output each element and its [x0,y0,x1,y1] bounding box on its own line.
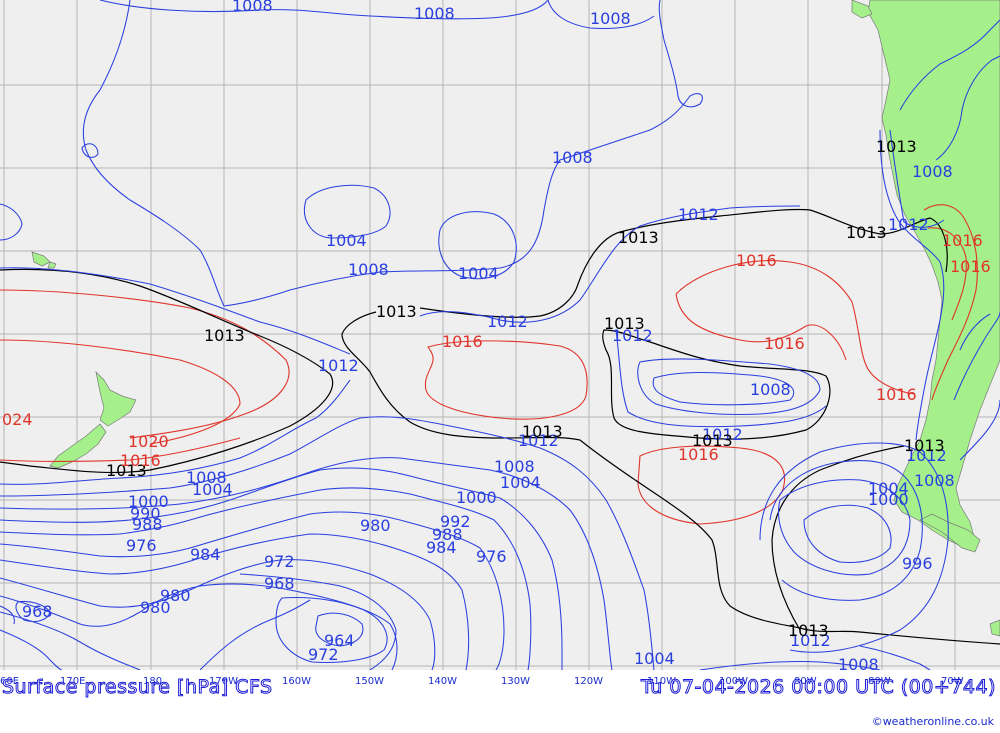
credit-link[interactable]: ©weatheronline.co.uk [872,715,994,728]
isobar-label: 1000 [868,490,909,509]
isobar-label: 984 [190,545,221,564]
isobar-label: 1004 [634,649,675,668]
isobar-label: 984 [426,538,457,557]
isobar-label: 1008 [348,260,389,279]
isobar-label: 968 [264,574,295,593]
isobar-label: 1013 [618,228,659,247]
isobar-label: 1013 [846,223,887,242]
isobar-label: 1008 [914,471,955,490]
isobar-label: 1004 [458,264,499,283]
isobar-label: 1008 [552,148,593,167]
product-title: Surface pressure [hPa] CFS [2,676,273,699]
isobar-label: 1008 [494,457,535,476]
isobar-label: 024 [2,410,33,429]
isobar-label: 980 [140,598,171,617]
longitude-label: 130W [501,676,530,687]
isobar-label: 1016 [764,334,805,353]
isobar-label: 1016 [876,385,917,404]
isobar-label: 1016 [736,251,777,270]
isobar-label: 1013 [604,314,645,333]
isobar-label: 988 [132,515,163,534]
longitude-label: 120W [574,676,603,687]
isobar-label: 1004 [326,231,367,250]
isobar-label: 1016 [120,451,161,470]
longitude-label: 150W [355,676,384,687]
isobar-label: 1016 [678,445,719,464]
isobar-label: 1008 [232,0,273,15]
isobar-label: 1008 [186,468,227,487]
isobar-label: 1012 [487,312,528,331]
isobar-label: 1008 [414,4,455,23]
isobar-label: 1013 [522,422,563,441]
isobar-label: 1008 [590,9,631,28]
pressure-map: 1008 1008 1008 1008 1004 1008 1004 1012 … [0,0,1000,670]
isobar-label: 1012 [678,205,719,224]
isobar-label: 972 [308,645,339,664]
isobar-label: 1016 [950,257,991,276]
isobar-label: 1013 [788,621,829,640]
ocean-background [0,0,1000,670]
isobar-label: 1013 [204,326,245,345]
isobar-label: 1016 [442,332,483,351]
run-time-label: Tu 07-04-2026 00:00 UTC (00+744) [641,676,996,699]
isobar-label: 1008 [750,380,791,399]
isobar-label: 996 [902,554,933,573]
isobar-label: 1013 [876,137,917,156]
isobar-label: 1013 [904,436,945,455]
isobar-label: 1012 [888,215,929,234]
isobar-label: 968 [22,602,53,621]
longitude-label: 160W [282,676,311,687]
isobar-label: 1000 [456,488,497,507]
isobar-label: 1020 [128,432,169,451]
isobar-label: 980 [360,516,391,535]
isobar-label: 976 [126,536,157,555]
isobar-label: 976 [476,547,507,566]
isobar-label: 1013 [376,302,417,321]
isobar-label: 1008 [838,655,879,670]
longitude-label: 140W [428,676,457,687]
map-canvas: 1008 1008 1008 1008 1004 1008 1004 1012 … [0,0,1000,670]
isobar-label: 1016 [942,231,983,250]
isobar-label: 1012 [318,356,359,375]
isobar-label: 972 [264,552,295,571]
isobar-label: 1008 [912,162,953,181]
